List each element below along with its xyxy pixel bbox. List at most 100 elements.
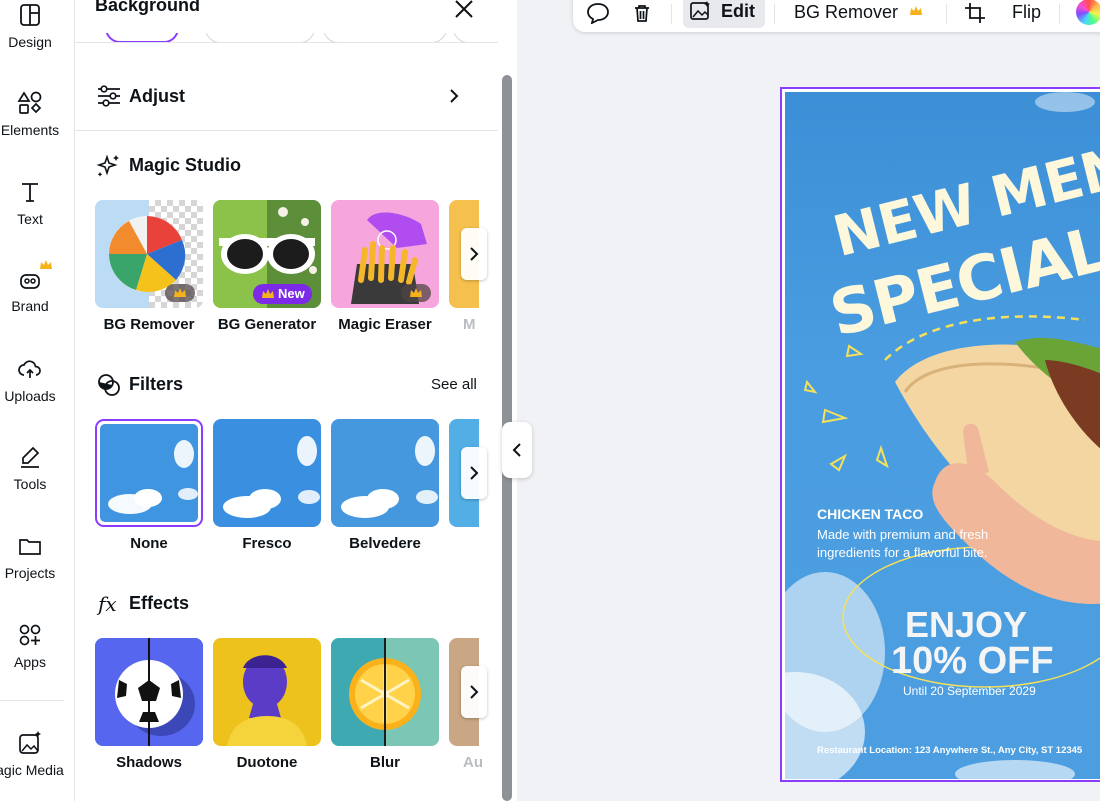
edit-image-icon [690, 1, 710, 20]
adjust-label: Adjust [129, 86, 185, 106]
filter-belvedere-tile[interactable] [331, 419, 439, 527]
tool-label: BG Generator [217, 316, 317, 333]
poster-item-desc-2: ingredients for a flavorful bite. [817, 545, 988, 560]
rail-item-design[interactable]: Design [0, 2, 60, 50]
premium-badge [401, 284, 431, 302]
close-icon[interactable] [453, 0, 475, 20]
chevron-left-icon [512, 443, 521, 457]
rail-item-label: Text [17, 211, 43, 227]
rail-item-projects[interactable]: Projects [0, 533, 60, 581]
sky-thumbnail [331, 419, 439, 527]
crown-icon [410, 288, 422, 297]
crown-icon [40, 260, 52, 269]
filter-none-tile[interactable] [95, 419, 203, 527]
crop-icon[interactable] [964, 2, 988, 24]
magic-sparkle-icon [96, 154, 119, 177]
portrait-image [213, 638, 321, 746]
context-toolbar: Edit BG Remover Flip [573, 0, 1100, 32]
toolbar-divider [946, 4, 947, 24]
flip-button[interactable]: Flip [1012, 2, 1041, 23]
effects-next-button[interactable] [461, 666, 487, 718]
poster-location: Restaurant Location: 123 Anywhere St., A… [817, 745, 1083, 756]
filter-label: None [130, 535, 168, 552]
panel-title: Background [95, 0, 201, 15]
poster-item-desc-1: Made with premium and fresh [817, 527, 989, 542]
orange-slice-image [331, 638, 439, 746]
new-badge: New [253, 284, 312, 304]
magic-studio-title: Magic Studio [129, 155, 241, 175]
effects-title: Effects [129, 593, 190, 613]
trash-icon[interactable] [632, 3, 652, 23]
poster-offer-until: Until 20 September 2029 [903, 684, 1036, 698]
chevron-right-icon [450, 89, 459, 103]
crown-icon [910, 6, 922, 15]
fx-icon: fx [96, 592, 117, 616]
filters-icon [98, 374, 120, 396]
edit-button[interactable]: Edit [683, 0, 765, 28]
rail-item-text[interactable]: Text [0, 179, 60, 227]
effect-blur-tile[interactable] [331, 638, 439, 746]
bg-generator-tile[interactable]: New [213, 200, 321, 308]
rail-divider [0, 700, 64, 701]
effect-label: Au [463, 754, 483, 771]
rail-item-magic-media[interactable]: agic Media [0, 730, 72, 778]
effect-label: Duotone [236, 754, 298, 771]
projects-icon [19, 539, 41, 555]
filter-fresco-tile[interactable] [213, 419, 321, 527]
new-badge-label: New [278, 286, 305, 301]
sliders-icon [98, 85, 120, 107]
rail-item-tools[interactable]: Tools [0, 444, 60, 492]
sky-thumbnail [100, 424, 198, 522]
adjust-row[interactable]: Adjust [75, 60, 498, 130]
magic-eraser-tile[interactable] [331, 200, 439, 308]
rail-item-label: Design [8, 34, 52, 50]
apps-icon [19, 624, 41, 646]
rail-item-brand[interactable]: Brand [0, 260, 60, 314]
effect-duotone-tile[interactable] [213, 638, 321, 746]
flip-label: Flip [1012, 2, 1042, 22]
canvas-page-frame[interactable]: NEW MENU SPECIAL PR CHICKEN TACO Made wi… [780, 87, 1100, 782]
collapse-panel-button[interactable] [502, 422, 532, 478]
divider [75, 130, 498, 131]
chevron-right-icon [470, 247, 479, 261]
filters-see-all-link[interactable]: See all [431, 376, 477, 393]
poster-item-name: CHICKEN TACO [817, 506, 924, 522]
rail-item-label: Tools [13, 476, 47, 492]
poster-design[interactable]: NEW MENU SPECIAL PR CHICKEN TACO Made wi… [785, 92, 1100, 779]
left-rail: Design Elements Text Brand Uploads Tools… [0, 0, 75, 801]
toolbar-divider [1059, 4, 1060, 24]
toolbar-divider [774, 4, 775, 24]
tool-label: BG Remover [103, 316, 195, 333]
comment-icon[interactable] [585, 2, 611, 24]
crown-icon [262, 289, 274, 298]
tools-icon [21, 446, 40, 468]
soccer-ball-image [95, 638, 203, 746]
magic-studio-next-button[interactable] [461, 228, 487, 280]
rail-item-apps[interactable]: Apps [0, 622, 60, 670]
uploads-icon [18, 360, 41, 378]
crown-icon [174, 288, 186, 297]
text-icon [22, 183, 38, 202]
chevron-right-icon [470, 466, 479, 480]
rail-item-uploads[interactable]: Uploads [0, 356, 60, 404]
filter-label: Belvedere [349, 535, 421, 552]
bg-remover-button[interactable]: BG Remover [794, 2, 922, 23]
effect-label: Blur [370, 754, 400, 771]
effect-shadows-tile[interactable] [95, 638, 203, 746]
filters-title: Filters [129, 374, 184, 394]
svg-text:fx: fx [96, 592, 117, 616]
sky-thumbnail [213, 419, 321, 527]
tool-label: Magic Eraser [338, 316, 432, 333]
poster-offer-line-2: 10% OFF [891, 640, 1054, 682]
rail-item-label: Projects [4, 565, 56, 581]
rail-item-label: Uploads [4, 388, 56, 404]
rail-item-label: Brand [11, 298, 49, 314]
rail-item-label: Apps [14, 654, 46, 670]
chevron-right-icon [470, 685, 479, 699]
design-icon [20, 4, 40, 26]
bg-remover-tile[interactable] [95, 200, 203, 308]
rail-item-elements[interactable]: Elements [0, 90, 63, 138]
magic-media-icon [19, 731, 41, 754]
filters-next-button[interactable] [461, 447, 487, 499]
color-picker-swatch[interactable] [1076, 0, 1100, 25]
